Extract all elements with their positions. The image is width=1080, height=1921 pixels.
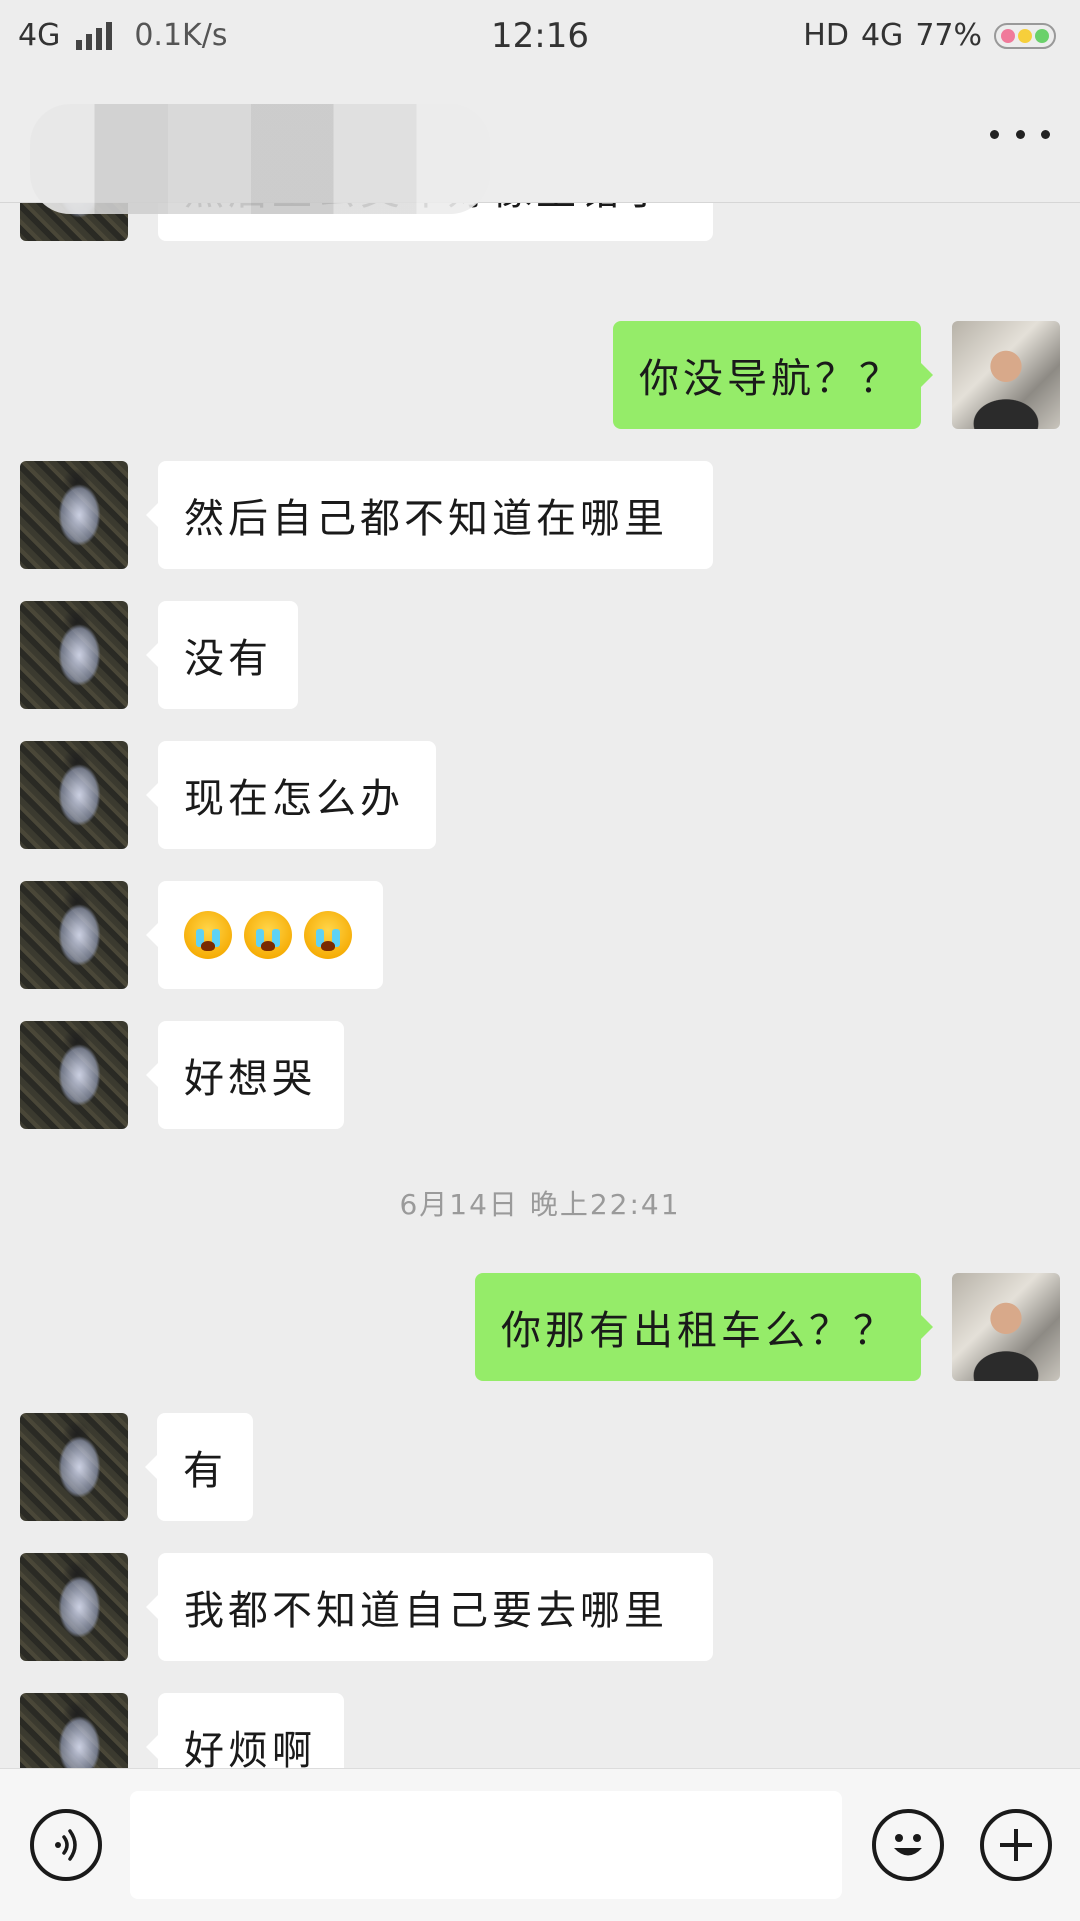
my-avatar[interactable] bbox=[952, 1273, 1060, 1381]
message-bubble[interactable]: 然后自己都不知道在哪里 bbox=[146, 461, 713, 569]
message-list: 然后坐公交车好像坐错了 你没导航？？ 然后自己都不知道在哪里 没有 现在怎么办 bbox=[0, 203, 1080, 1768]
message-row: 我都不知道自己要去哪里 bbox=[0, 1553, 1080, 1661]
message-row: 没有 bbox=[0, 601, 1080, 709]
contact-name-blurred bbox=[30, 104, 490, 214]
message-row: 好想哭 bbox=[0, 1021, 1080, 1129]
input-bar bbox=[0, 1768, 1080, 1921]
crying-face-icon bbox=[304, 911, 352, 959]
message-text: 好想哭 bbox=[184, 1056, 316, 1102]
message-timestamp: 6月14日 晚上22:41 bbox=[399, 1188, 681, 1221]
battery-icon bbox=[994, 22, 1056, 49]
plus-icon[interactable] bbox=[980, 1809, 1052, 1881]
message-bubble[interactable]: 有 bbox=[145, 1413, 253, 1521]
message-bubble[interactable]: 好想哭 bbox=[146, 1021, 344, 1129]
hd-label: HD bbox=[803, 18, 849, 53]
contact-avatar[interactable] bbox=[20, 1693, 128, 1768]
message-text: 没有 bbox=[184, 636, 272, 682]
message-row: 你那有出租车么？？ bbox=[0, 1273, 1080, 1381]
message-row: 然后自己都不知道在哪里 bbox=[0, 461, 1080, 569]
message-text: 好烦啊 bbox=[184, 1728, 316, 1768]
message-row: 有 bbox=[0, 1413, 1080, 1521]
message-text: 你那有出租车么？？ bbox=[501, 1308, 897, 1354]
status-bar: 4G 0.1K/s 12:16 HD 4G 77% bbox=[0, 0, 1080, 76]
message-text: 有 bbox=[183, 1448, 227, 1494]
battery-percent: 77% bbox=[915, 18, 982, 53]
message-input[interactable] bbox=[130, 1791, 842, 1899]
message-row: 你没导航？？ bbox=[0, 321, 1080, 429]
contact-avatar[interactable] bbox=[20, 881, 128, 989]
message-row bbox=[0, 881, 1080, 989]
message-bubble[interactable]: 我都不知道自己要去哪里 bbox=[146, 1553, 713, 1661]
message-bubble[interactable]: 你没导航？？ bbox=[613, 321, 933, 429]
contact-avatar[interactable] bbox=[20, 461, 128, 569]
chat-header bbox=[0, 76, 1080, 214]
message-bubble[interactable]: 现在怎么办 bbox=[146, 741, 436, 849]
network-label-right: 4G bbox=[860, 18, 904, 53]
contact-avatar[interactable] bbox=[20, 741, 128, 849]
message-bubble[interactable]: 没有 bbox=[146, 601, 298, 709]
contact-avatar[interactable] bbox=[20, 1553, 128, 1661]
contact-avatar[interactable] bbox=[20, 1413, 128, 1521]
message-text: 现在怎么办 bbox=[184, 776, 404, 822]
contact-avatar[interactable] bbox=[20, 601, 128, 709]
message-bubble[interactable]: 好烦啊 bbox=[146, 1693, 344, 1768]
message-text: 然后自己都不知道在哪里 bbox=[184, 496, 668, 542]
message-bubble[interactable] bbox=[146, 881, 383, 989]
more-dots-icon[interactable] bbox=[990, 114, 1050, 154]
message-row: 现在怎么办 bbox=[0, 741, 1080, 849]
smiley-icon[interactable] bbox=[872, 1809, 944, 1881]
my-avatar[interactable] bbox=[952, 321, 1060, 429]
crying-face-icon bbox=[184, 911, 232, 959]
contact-avatar[interactable] bbox=[20, 1021, 128, 1129]
message-row: 好烦啊 bbox=[0, 1693, 1080, 1768]
message-text: 你没导航？？ bbox=[639, 356, 903, 402]
message-bubble[interactable]: 你那有出租车么？？ bbox=[475, 1273, 933, 1381]
voice-icon[interactable] bbox=[30, 1809, 102, 1881]
crying-face-icon bbox=[244, 911, 292, 959]
message-text: 我都不知道自己要去哪里 bbox=[184, 1588, 668, 1634]
